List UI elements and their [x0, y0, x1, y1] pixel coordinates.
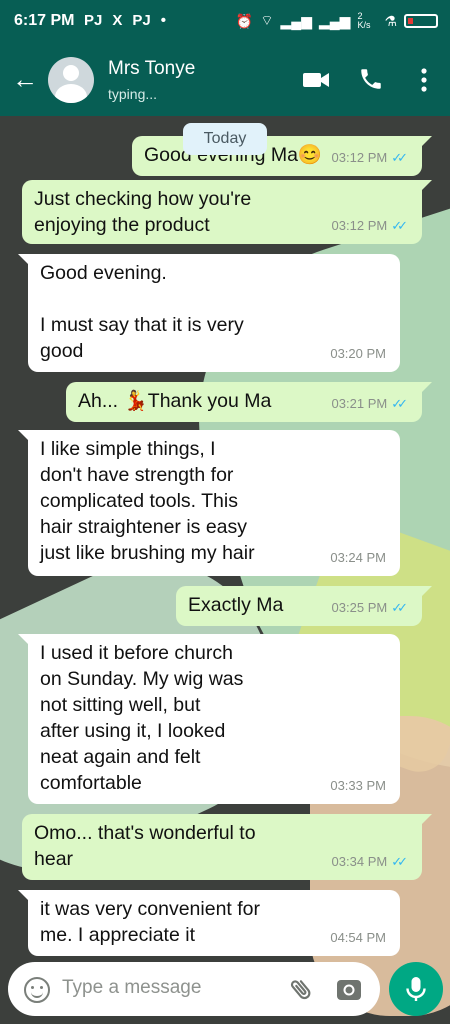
alarm-icon: ⏰	[235, 12, 254, 29]
message-meta: 03:34 PM ✓✓	[332, 849, 408, 875]
status-bar: 6:17 PM PJ X PJ • ⏰ ⌔ ▂▄▆ ▂▄▆ 2 K/s ⚗	[0, 0, 450, 44]
message-bubble[interactable]: Good evening Ma😊 03:12 PM ✓✓	[132, 136, 432, 176]
message-bubble[interactable]: Exactly Ma 03:25 PM ✓✓	[176, 586, 432, 626]
date-chip: Today	[183, 123, 267, 155]
message-bubble[interactable]: I like simple things, I don't have stren…	[18, 430, 400, 576]
notification-icons: PJ X PJ •	[84, 12, 166, 29]
message-bubble[interactable]: Good evening. I must say that it is very…	[18, 254, 400, 372]
video-call-icon[interactable]	[302, 66, 330, 94]
message-time: 03:12 PM	[331, 150, 388, 165]
signal-icon-2: ▂▄▆	[318, 12, 351, 29]
message-meta: 03:33 PM	[330, 773, 386, 799]
attach-icon[interactable]	[288, 976, 314, 1002]
message-input-bar[interactable]: Type a message	[8, 962, 380, 1016]
message-time: 03:21 PM	[331, 396, 388, 411]
message-meta: 03:25 PM ✓✓	[332, 595, 408, 621]
read-ticks-icon: ✓✓	[391, 600, 408, 615]
message-input[interactable]: Type a message	[62, 977, 201, 999]
message-meta: 03:21 PM ✓✓	[332, 391, 408, 417]
chat-header: ← Mrs Tonye typing...	[0, 44, 450, 116]
system-icons: ⏰ ⌔ ▂▄▆ ▂▄▆ 2 K/s ⚗	[236, 12, 438, 30]
message-time: 03:12 PM	[331, 218, 388, 233]
message-time: 03:34 PM	[331, 854, 388, 869]
message-time: 03:33 PM	[330, 778, 386, 793]
message-time: 03:24 PM	[330, 550, 386, 565]
flask-icon: ⚗	[384, 12, 397, 29]
contact-status: typing...	[108, 86, 158, 102]
mic-button[interactable]	[389, 962, 443, 1016]
signal-icon: ▂▄▆	[280, 12, 312, 29]
net-speed: 2 K/s	[357, 11, 371, 30]
more-notifications-icon: •	[160, 12, 166, 29]
camera-icon[interactable]	[336, 977, 362, 1001]
back-arrow-icon[interactable]: ←	[12, 66, 38, 92]
avatar[interactable]	[48, 57, 94, 103]
message-bubble[interactable]: Just checking how you're enjoying the pr…	[22, 180, 432, 244]
status-time: 6:17 PM	[14, 12, 75, 29]
message-meta: 03:12 PM ✓✓	[332, 213, 408, 239]
read-ticks-icon: ✓✓	[391, 218, 408, 233]
read-ticks-icon: ✓✓	[391, 396, 408, 411]
message-meta: 03:24 PM	[330, 545, 386, 571]
message-bubble[interactable]: Omo... that's wonderful to hear 03:34 PM…	[22, 814, 432, 880]
message-time: 03:20 PM	[330, 346, 386, 361]
message-meta: 04:54 PM	[330, 925, 386, 951]
message-bubble[interactable]: I used it before church on Sunday. My wi…	[18, 634, 400, 804]
x-app-icon: X	[112, 12, 123, 29]
wifi-icon: ⌔	[260, 12, 274, 28]
more-menu-icon[interactable]	[414, 66, 434, 94]
message-meta: 03:12 PM ✓✓	[332, 145, 408, 171]
phone-icon[interactable]	[358, 66, 384, 92]
mic-icon	[406, 977, 426, 1001]
read-ticks-icon: ✓✓	[391, 150, 408, 165]
message-time: 04:54 PM	[330, 930, 386, 945]
contact-name[interactable]: Mrs Tonye	[108, 58, 195, 80]
message-bubble[interactable]: Ah... 💃Thank you Ma 03:21 PM ✓✓	[66, 382, 432, 422]
read-ticks-icon: ✓✓	[391, 854, 408, 869]
emoji-icon[interactable]	[24, 977, 50, 1003]
notification-app-icon-2: PJ	[132, 12, 151, 29]
battery-icon	[404, 14, 438, 28]
message-bubble[interactable]: it was very convenient for me. I appreci…	[18, 890, 400, 956]
message-time: 03:25 PM	[331, 600, 388, 615]
message-meta: 03:20 PM	[330, 341, 386, 367]
notification-app-icon: PJ	[84, 12, 103, 29]
